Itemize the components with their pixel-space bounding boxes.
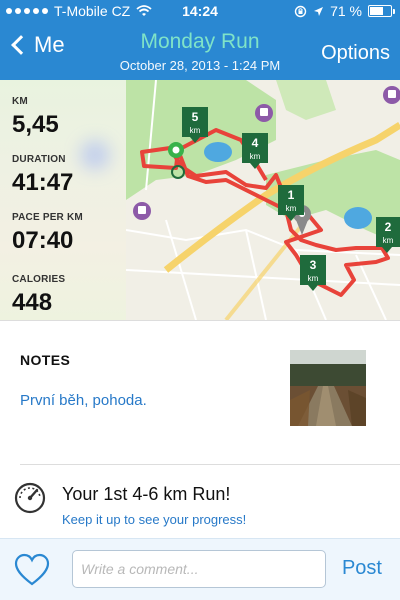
stat-value: 07:40 <box>12 227 74 254</box>
divider <box>20 464 400 465</box>
post-button[interactable]: Post <box>342 557 382 580</box>
stat-label: CALORIES <box>12 274 66 285</box>
divider <box>0 320 400 321</box>
battery-percent: 71 % <box>330 3 362 19</box>
km-marker-unit: km <box>190 126 201 135</box>
navigation-bar: Me Monday Run October 28, 2013 - 1:24 PM… <box>0 22 400 80</box>
stat-value: 41:47 <box>12 169 74 196</box>
stat-duration: DURATION 41:47 <box>12 154 73 197</box>
header-bar: T-Mobile CZ 14:24 71 % Me Monday Run Oct… <box>0 0 400 80</box>
km-marker-unit: km <box>286 204 297 213</box>
options-button[interactable]: Options <box>321 42 390 65</box>
map-canvas: 5 km 4 km 1 km 2 km 3 km <box>126 80 400 320</box>
km-marker-unit: km <box>250 152 261 161</box>
km-marker-4: 4 km <box>242 133 268 169</box>
achievement-title: Your 1st 4-6 km Run! <box>62 484 231 504</box>
notes-text[interactable]: První běh, pohoda. <box>20 392 147 409</box>
heart-icon[interactable] <box>14 553 50 587</box>
achievement-subtitle[interactable]: Keep it up to see your progress! <box>62 512 246 527</box>
route-map[interactable]: 5 km 4 km 1 km 2 km 3 km <box>126 80 400 320</box>
battery-icon <box>368 5 395 17</box>
km-marker-number: 2 <box>385 220 392 234</box>
km-marker-number: 1 <box>288 188 295 202</box>
stat-value: 448 <box>12 289 53 316</box>
stat-distance: KM 5,45 <box>12 96 59 139</box>
km-marker-unit: km <box>308 274 319 283</box>
status-bar: T-Mobile CZ 14:24 71 % <box>0 0 400 22</box>
km-marker-unit: km <box>383 236 394 245</box>
train-station-icon <box>383 86 400 104</box>
water-area <box>344 207 372 229</box>
rotation-lock-icon <box>294 5 307 17</box>
park-area <box>276 80 336 120</box>
km-marker-number: 4 <box>252 136 259 150</box>
stat-value: 5,45 <box>12 111 59 138</box>
speedometer-icon <box>14 482 46 514</box>
comment-input[interactable] <box>72 550 326 588</box>
stat-label: PACE PER KM <box>12 212 83 223</box>
run-photo[interactable] <box>290 350 366 426</box>
km-marker-number: 3 <box>310 258 317 272</box>
location-arrow-icon <box>314 6 324 16</box>
km-marker-number: 5 <box>192 110 199 124</box>
train-station-icon <box>255 104 273 122</box>
stat-calories: CALORIES 448 <box>12 274 65 317</box>
stat-label: DURATION <box>12 154 66 165</box>
train-station-icon <box>133 202 151 220</box>
stat-pace: PACE PER KM 07:40 <box>12 212 83 255</box>
notes-heading: NOTES <box>20 352 71 368</box>
stat-label: KM <box>12 96 28 107</box>
water-area <box>204 142 232 162</box>
run-stats-panel: KM 5,45 DURATION 41:47 PACE PER KM 07:40… <box>0 80 126 320</box>
comment-bar: Post <box>0 538 400 600</box>
